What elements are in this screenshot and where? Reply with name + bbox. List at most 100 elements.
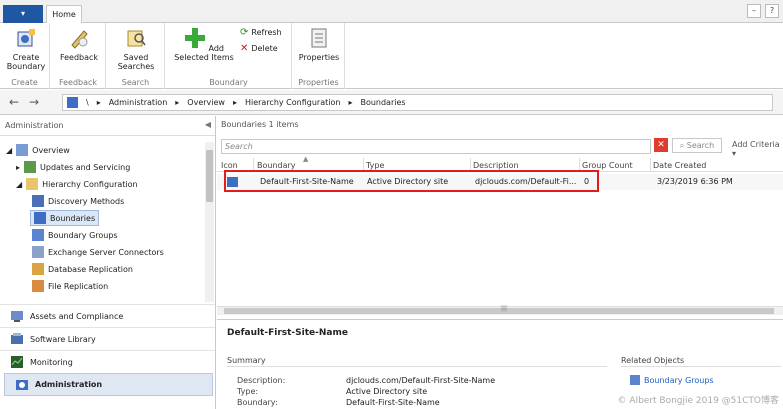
workspace-label: Monitoring (30, 357, 73, 367)
related-link-label: Boundary Groups (644, 375, 714, 385)
updates-icon (24, 161, 37, 173)
divider (621, 366, 781, 367)
ribbon-group-properties: Properties Properties (293, 23, 345, 89)
tree-item-file-replication[interactable]: File Replication (32, 278, 108, 294)
create-boundary-button[interactable]: Create Boundary (4, 27, 48, 71)
breadcrumb-overview[interactable]: Overview (187, 98, 225, 107)
related-objects-heading: Related Objects (621, 356, 685, 365)
watermark: © Albert Bongjie 2019 @51CTO博客 (617, 396, 779, 406)
refresh-button[interactable]: ⟳ Refresh (240, 27, 282, 38)
column-header-date-created[interactable]: Date Created (653, 161, 706, 170)
administration-icon (16, 379, 28, 390)
column-header-type[interactable]: Type (366, 161, 384, 170)
delete-label: Delete (251, 44, 278, 53)
tree-item-discovery[interactable]: Discovery Methods (32, 193, 124, 209)
workspace-assets[interactable]: Assets and Compliance (0, 304, 215, 327)
breadcrumb-hierarchy[interactable]: Hierarchy Configuration (245, 98, 340, 107)
horizontal-scrollbar[interactable]: ||| (217, 305, 783, 315)
tree-item-hierarchy[interactable]: ◢ Hierarchy Configuration (16, 176, 138, 192)
assets-icon (11, 311, 23, 322)
ribbon-group-create: Create Boundary Create (0, 23, 50, 89)
breadcrumb-separator-icon: ▸ (348, 98, 353, 107)
tree-item-label: Discovery Methods (48, 196, 125, 206)
saved-searches-button[interactable]: Saved Searches (113, 27, 159, 71)
detail-value: djclouds.com/Default-First-Site-Name (346, 376, 496, 385)
navigation-pane: Administration ◀ ◢ Overview ▸ Updates an… (0, 116, 216, 409)
search-button[interactable]: ⌕ Search (672, 138, 722, 153)
tree-scrollbar[interactable] (205, 142, 214, 302)
detail-value: Default-First-Site-Name (346, 398, 440, 407)
properties-button[interactable]: Properties (297, 27, 341, 62)
collapse-pane-icon[interactable]: ◀ (205, 120, 211, 129)
collapse-arrow-icon: ◢ (16, 179, 23, 189)
workspace-label: Assets and Compliance (30, 311, 124, 321)
workspace-switcher: Assets and Compliance Software Library M… (0, 304, 215, 396)
breadcrumb-separator-icon: ▸ (232, 98, 237, 107)
properties-icon (311, 28, 327, 48)
breadcrumb-boundaries[interactable]: Boundaries (360, 98, 405, 107)
tree-item-label: Overview (32, 145, 70, 155)
feedback-label: Feedback (59, 53, 99, 62)
workspace-label: Software Library (30, 334, 96, 344)
breadcrumb-root[interactable]: \ (86, 98, 89, 107)
address-bar: ← → \ ▸ Administration ▸ Overview ▸ Hier… (0, 90, 783, 115)
scrollbar-thumb[interactable] (206, 150, 213, 202)
divider (227, 366, 607, 367)
properties-label: Properties (298, 53, 340, 62)
database-icon (32, 263, 44, 275)
expand-arrow-icon: ▸ (16, 162, 21, 172)
workspace-monitoring[interactable]: Monitoring (0, 350, 215, 373)
column-header-description[interactable]: Description (473, 161, 519, 170)
tree-item-boundary-groups[interactable]: Boundary Groups (32, 227, 118, 243)
tab-home[interactable]: Home (46, 5, 82, 24)
saved-searches-icon (127, 30, 146, 47)
app-menu-button[interactable]: ▾ (3, 5, 43, 23)
tree-item-overview[interactable]: ◢ Overview (6, 142, 70, 158)
column-header-icon[interactable]: Icon (221, 161, 238, 170)
workspace-software-library[interactable]: Software Library (0, 327, 215, 350)
delete-button[interactable]: ✕ Delete (240, 43, 278, 54)
breadcrumb-separator-icon: ▸ (175, 98, 180, 107)
exchange-icon (32, 246, 44, 258)
feedback-button[interactable]: Feedback (59, 27, 99, 62)
tree-item-label: Boundaries (50, 213, 96, 223)
details-title: Default-First-Site-Name (227, 328, 348, 338)
tree-item-label: File Replication (48, 281, 109, 291)
ribbon-tab-bar: ▾ Home – ? (0, 0, 783, 24)
add-criteria-button[interactable]: Add Criteria ▾ (732, 140, 783, 158)
tree-item-label: Hierarchy Configuration (42, 179, 138, 189)
detail-key: Type: (237, 387, 259, 396)
clear-search-icon[interactable]: ✕ (654, 138, 668, 152)
breadcrumb[interactable]: \ ▸ Administration ▸ Overview ▸ Hierarch… (62, 94, 773, 111)
create-boundary-label: Create Boundary (6, 53, 46, 71)
nav-title: Administration (0, 116, 215, 136)
workspace-administration[interactable]: Administration (4, 373, 213, 396)
scrollbar-thumb[interactable] (224, 308, 774, 314)
column-header-group-count[interactable]: Group Count (582, 161, 633, 170)
feedback-icon (71, 30, 88, 49)
back-button[interactable]: ← (6, 94, 22, 110)
boundary-groups-link[interactable]: Boundary Groups (630, 375, 714, 385)
summary-heading: Summary (227, 356, 266, 365)
search-input[interactable]: Search (221, 139, 651, 154)
ribbon-group-feedback: Feedback Feedback (51, 23, 106, 89)
tree-item-db-replication[interactable]: Database Replication (32, 261, 133, 277)
help-icon[interactable]: ? (765, 4, 779, 18)
add-plus-icon (184, 28, 205, 48)
delete-icon: ✕ (240, 43, 249, 54)
column-divider[interactable] (650, 158, 651, 172)
tree-item-boundaries[interactable]: Boundaries (30, 210, 100, 226)
cell-date-created: 3/23/2019 6:36 PM (657, 177, 733, 186)
breadcrumb-administration[interactable]: Administration (109, 98, 168, 107)
column-header-boundary[interactable]: Boundary (257, 161, 296, 170)
add-selected-items-button[interactable]: Add Selected Items (170, 27, 238, 62)
collapse-arrow-icon: ◢ (6, 145, 13, 155)
minimize-icon[interactable]: – (747, 4, 761, 18)
window-controls: – ? (747, 4, 779, 18)
tree-item-updates[interactable]: ▸ Updates and Servicing (16, 159, 130, 175)
ribbon: Create Boundary Create Feedback Feedback… (0, 23, 783, 89)
forward-button[interactable]: → (26, 94, 42, 110)
boundary-group-icon (630, 375, 640, 385)
ribbon-group-label: Boundary (209, 78, 248, 87)
tree-item-exchange[interactable]: Exchange Server Connectors (32, 244, 164, 260)
